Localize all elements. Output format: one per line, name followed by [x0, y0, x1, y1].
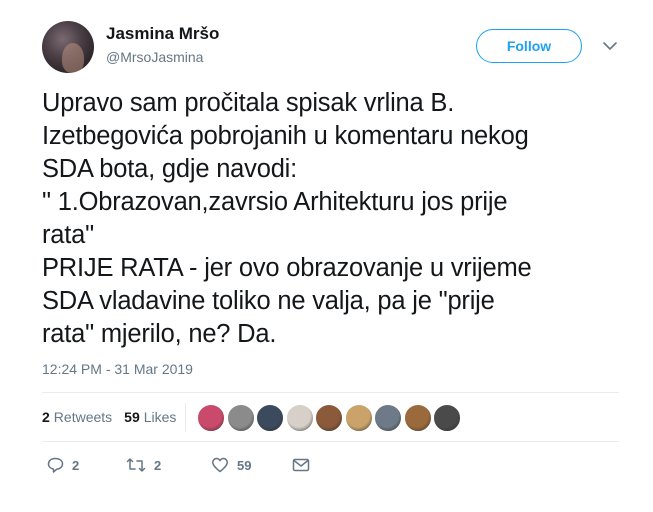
likes-stat[interactable]: 59 Likes [124, 409, 176, 425]
like-count: 59 [237, 457, 252, 473]
retweets-label: Retweets [53, 409, 113, 425]
divider-top [42, 392, 619, 393]
chevron-down-icon[interactable] [602, 38, 618, 54]
divider-bottom [42, 441, 619, 442]
direct-message-button[interactable] [292, 456, 310, 474]
author-avatar[interactable] [42, 21, 94, 73]
retweets-stat[interactable]: 2 Retweets [42, 409, 112, 425]
likes-label: Likes [143, 409, 177, 425]
liker-avatars [197, 404, 463, 432]
retweet-icon [126, 458, 146, 472]
liker-avatar[interactable] [344, 404, 373, 432]
retweet-button[interactable]: 2 [126, 456, 161, 474]
reply-button[interactable]: 2 [46, 456, 79, 474]
liker-avatar[interactable] [315, 404, 343, 432]
like-button[interactable]: 59 [211, 456, 251, 474]
tweet-text: Upravo sam pročitala spisak vrlina B. Iz… [42, 89, 532, 348]
liker-avatar[interactable] [403, 404, 432, 432]
tweet-card: Jasmina Mršo @MrsoJasmina Follow Upravo … [0, 0, 653, 512]
author-handle[interactable]: @MrsoJasmina [106, 49, 203, 65]
reply-count: 2 [72, 457, 80, 473]
liker-avatar[interactable] [197, 404, 225, 432]
heart-icon [212, 457, 228, 473]
author-name[interactable]: Jasmina Mršo [106, 24, 219, 44]
stats-separator [185, 403, 186, 431]
likes-count: 59 [124, 409, 140, 425]
liker-avatar[interactable] [285, 404, 314, 432]
envelope-icon [292, 458, 310, 472]
retweet-count: 2 [154, 457, 162, 473]
liker-avatar[interactable] [433, 404, 461, 432]
liker-avatar[interactable] [226, 404, 255, 432]
follow-button[interactable]: Follow [476, 29, 582, 63]
liker-avatar[interactable] [256, 404, 284, 432]
engagement-stats: 2 Retweets 59 Likes [42, 409, 188, 425]
liker-avatar[interactable] [374, 404, 402, 432]
retweets-count: 2 [42, 409, 50, 425]
reply-icon [47, 457, 64, 473]
tweet-timestamp[interactable]: 12:24 PM - 31 Mar 2019 [42, 361, 193, 377]
